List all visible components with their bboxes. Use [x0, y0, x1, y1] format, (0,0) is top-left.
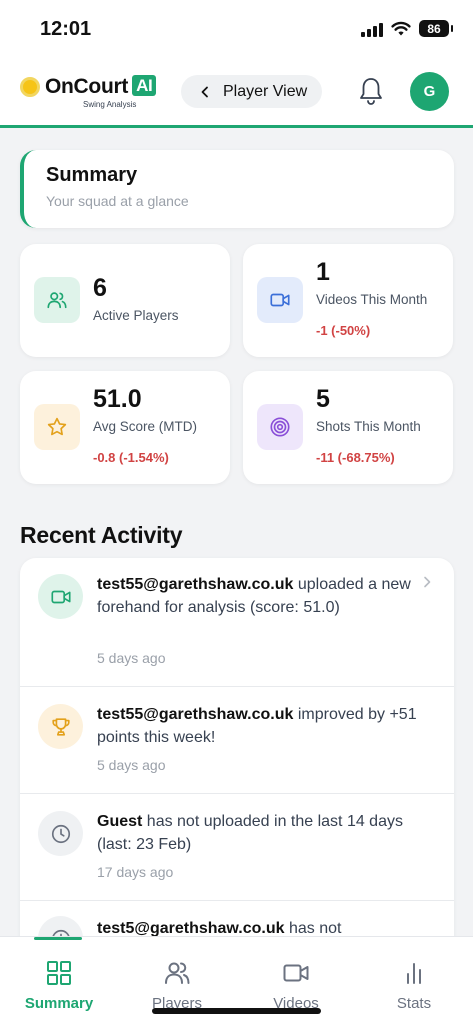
battery-icon: 86: [419, 20, 453, 37]
avatar[interactable]: G: [410, 72, 449, 111]
stat-label: Videos This Month: [316, 292, 428, 307]
tab-label: Stats: [396, 995, 432, 1012]
stat-card-active-players[interactable]: 6 Active Players: [20, 244, 230, 357]
stat-delta: -0.8 (-1.54%): [93, 450, 169, 465]
chevron-left-icon: [201, 86, 208, 97]
activity-text: test55@garethshaw.co.uk uploaded a new f…: [97, 573, 417, 619]
trophy-icon-badge: [38, 704, 83, 749]
video-icon: [283, 964, 309, 982]
activity-item[interactable]: test55@garethshaw.co.uk uploaded a new f…: [20, 558, 454, 687]
logo-wordmark: OnCourt AI: [45, 74, 157, 100]
video-icon-badge: [38, 574, 83, 619]
stat-label: Avg Score (MTD): [93, 419, 198, 434]
tab-label: Summary: [24, 995, 94, 1012]
chevron-right-icon: [424, 576, 431, 588]
activity-actor: test55@garethshaw.co.uk: [97, 576, 294, 593]
activity-text: test55@garethshaw.co.uk improved by +51 …: [97, 703, 417, 749]
activity-actor: test55@garethshaw.co.uk: [97, 706, 294, 723]
tab-summary[interactable]: Summary: [9, 959, 109, 1012]
users-icon: [47, 292, 67, 309]
trophy-icon: [51, 717, 70, 736]
stat-card-videos[interactable]: 1 Videos This Month -1 (-50%): [243, 244, 453, 357]
player-view-button[interactable]: Player View: [181, 75, 322, 108]
activity-time: 5 days ago: [97, 650, 166, 666]
stat-label: Active Players: [93, 308, 179, 323]
activity-text: Guest has not uploaded in the last 14 da…: [97, 810, 417, 856]
status-bar: 12:01 86: [0, 0, 473, 58]
star-icon: [47, 417, 67, 436]
users-icon: [165, 962, 190, 984]
activity-actor: test5@garethshaw.co.uk: [97, 920, 285, 937]
users-icon-badge: [34, 277, 80, 323]
logo-tagline: Swing Analysis: [83, 100, 137, 109]
activity-list: test55@garethshaw.co.uk uploaded a new f…: [20, 558, 454, 958]
grid-icon: [47, 961, 71, 985]
stat-delta: -1 (-50%): [316, 323, 371, 338]
logo-name: OnCourt: [45, 75, 129, 98]
summary-card: Summary Your squad at a glance: [20, 150, 454, 228]
active-tab-indicator: [34, 937, 82, 940]
stat-label: Shots This Month: [316, 419, 421, 434]
home-indicator: [152, 1008, 321, 1014]
status-time: 12:01: [40, 18, 92, 40]
summary-subtitle: Your squad at a glance: [46, 193, 189, 209]
logo-ai-badge: AI: [132, 75, 157, 96]
target-icon-badge: [257, 404, 303, 450]
stat-value: 51.0: [93, 385, 142, 413]
summary-title: Summary: [46, 164, 138, 186]
activity-item[interactable]: Guest has not uploaded in the last 14 da…: [20, 794, 454, 901]
activity-time: 17 days ago: [97, 864, 174, 880]
stat-card-shots[interactable]: 5 Shots This Month -11 (-68.75%): [243, 371, 453, 484]
status-icons: 86: [361, 20, 453, 37]
app-logo[interactable]: OnCourt AI Swing Analysis: [20, 74, 157, 109]
star-icon-badge: [34, 404, 80, 450]
activity-description: has not: [284, 920, 342, 937]
activity-actor: Guest: [97, 813, 143, 830]
activity-time: 5 days ago: [97, 757, 166, 773]
stat-delta: -11 (-68.75%): [316, 450, 395, 465]
stat-value: 1: [316, 258, 330, 286]
tab-videos[interactable]: Videos: [246, 959, 346, 1012]
activity-description: has not uploaded in the last 14 days (la…: [97, 813, 403, 853]
tennis-ball-icon: [20, 77, 40, 97]
player-view-label: Player View: [223, 82, 308, 100]
video-icon: [50, 590, 71, 603]
clock-icon: [51, 824, 70, 843]
clock-icon-badge: [38, 811, 83, 856]
wifi-icon: [391, 21, 411, 35]
tab-stats[interactable]: Stats: [364, 959, 464, 1012]
signal-icon: [361, 21, 383, 37]
tab-players[interactable]: Players: [127, 959, 227, 1012]
bell-icon[interactable]: [357, 76, 385, 106]
stat-value: 6: [93, 274, 107, 302]
stat-value: 5: [316, 385, 330, 413]
activity-item[interactable]: test55@garethshaw.co.uk improved by +51 …: [20, 687, 454, 794]
bar-chart-icon: [407, 963, 421, 984]
video-icon: [270, 293, 290, 307]
app-header: OnCourt AI Swing Analysis Player View G: [0, 58, 473, 128]
video-icon-badge: [257, 277, 303, 323]
target-icon: [270, 417, 290, 437]
recent-activity-title: Recent Activity: [20, 522, 183, 548]
stat-card-avg-score[interactable]: 51.0 Avg Score (MTD) -0.8 (-1.54%): [20, 371, 230, 484]
